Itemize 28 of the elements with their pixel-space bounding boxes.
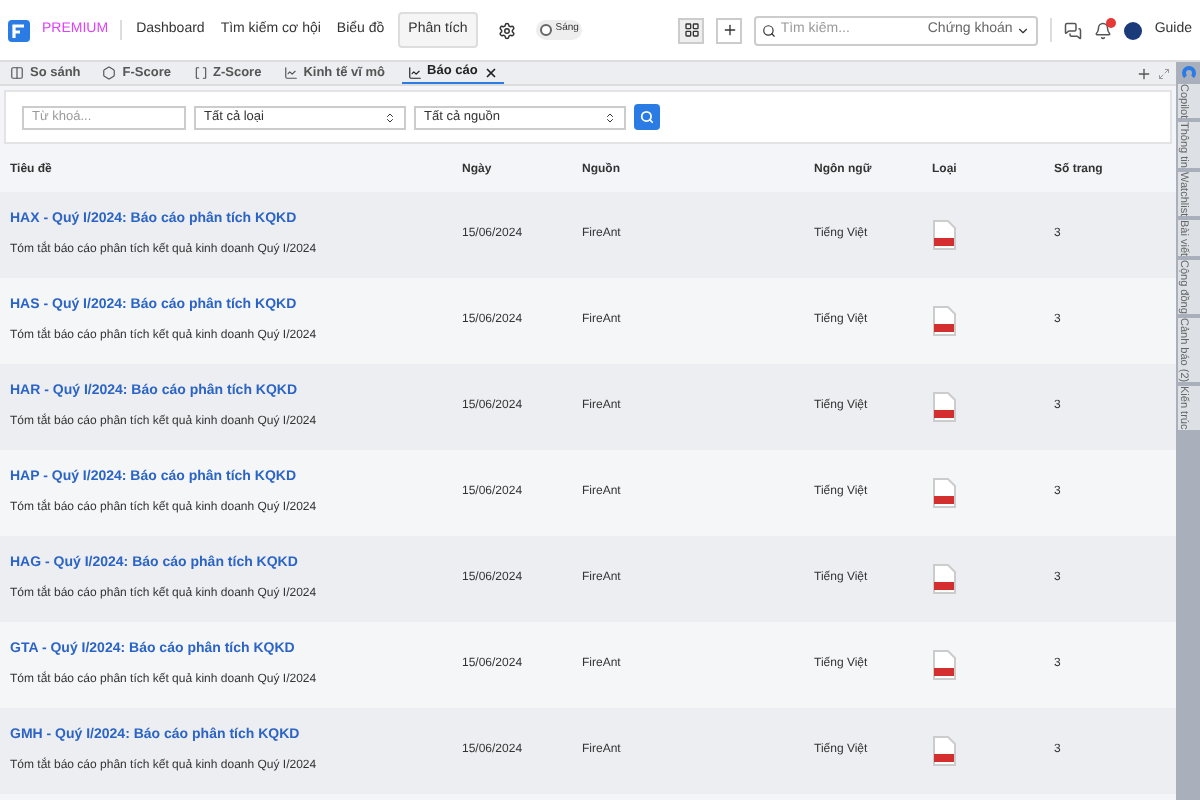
bell-icon[interactable] (1094, 21, 1113, 39)
add-icon[interactable] (1136, 65, 1152, 81)
settings-icon[interactable] (497, 21, 516, 39)
grid-icon (683, 22, 700, 38)
pdf-file-icon (932, 478, 956, 508)
search-button[interactable] (634, 104, 660, 130)
brackets-icon (193, 66, 207, 80)
copilot-icon (1181, 66, 1195, 80)
avatar[interactable] (1124, 21, 1143, 39)
pdf-file-icon (932, 306, 956, 336)
line-chart-icon (283, 66, 298, 80)
plus-icon (721, 22, 738, 38)
close-icon[interactable] (483, 65, 498, 79)
pdf-file-icon (932, 220, 956, 250)
hexagon-icon (102, 66, 117, 80)
layout-grid-button[interactable] (678, 17, 705, 43)
pdf-file-icon (932, 392, 956, 422)
add-button[interactable] (716, 17, 743, 43)
pdf-file-icon (932, 564, 956, 594)
pdf-file-icon (932, 736, 956, 766)
columns-icon (10, 66, 24, 80)
search-icon (640, 110, 654, 124)
pdf-file-icon (932, 650, 956, 680)
caret-icon (1016, 23, 1031, 37)
search-icon (762, 23, 777, 37)
line-chart-icon (407, 65, 422, 79)
logo-icon (8, 19, 30, 41)
chat-icon[interactable] (1064, 21, 1083, 39)
